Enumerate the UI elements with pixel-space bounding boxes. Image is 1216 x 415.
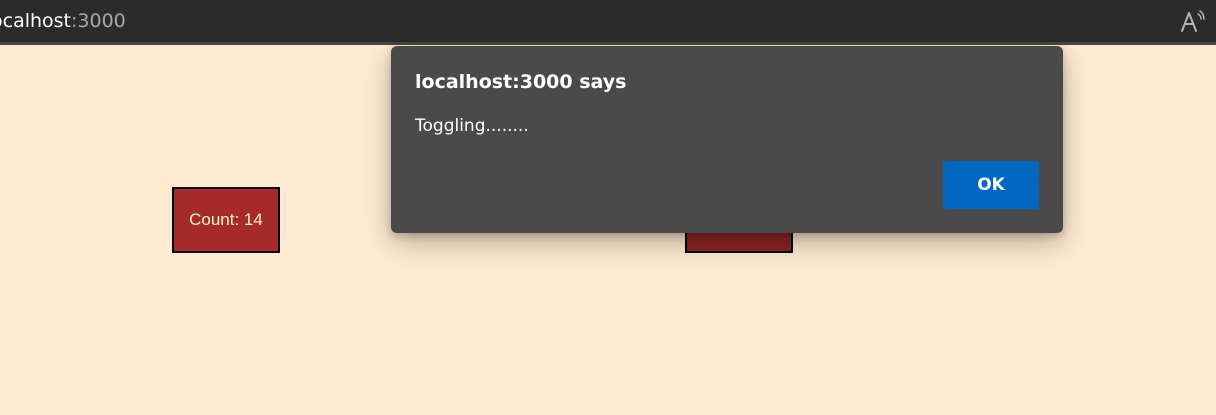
ok-button[interactable]: OK — [943, 161, 1039, 209]
count-display[interactable]: Count: 14 — [172, 187, 280, 253]
dialog-title: localhost:3000 says — [415, 71, 627, 93]
url-port: :3000 — [71, 10, 126, 32]
dialog-message: Toggling........ — [415, 116, 529, 136]
url-field[interactable]: ocalhost:3000 — [0, 9, 126, 33]
read-aloud-icon[interactable] — [1180, 8, 1206, 36]
alert-dialog: localhost:3000 says Toggling........ OK — [391, 46, 1063, 233]
browser-address-bar: ocalhost:3000 — [0, 0, 1216, 45]
url-host: ocalhost — [0, 10, 72, 32]
